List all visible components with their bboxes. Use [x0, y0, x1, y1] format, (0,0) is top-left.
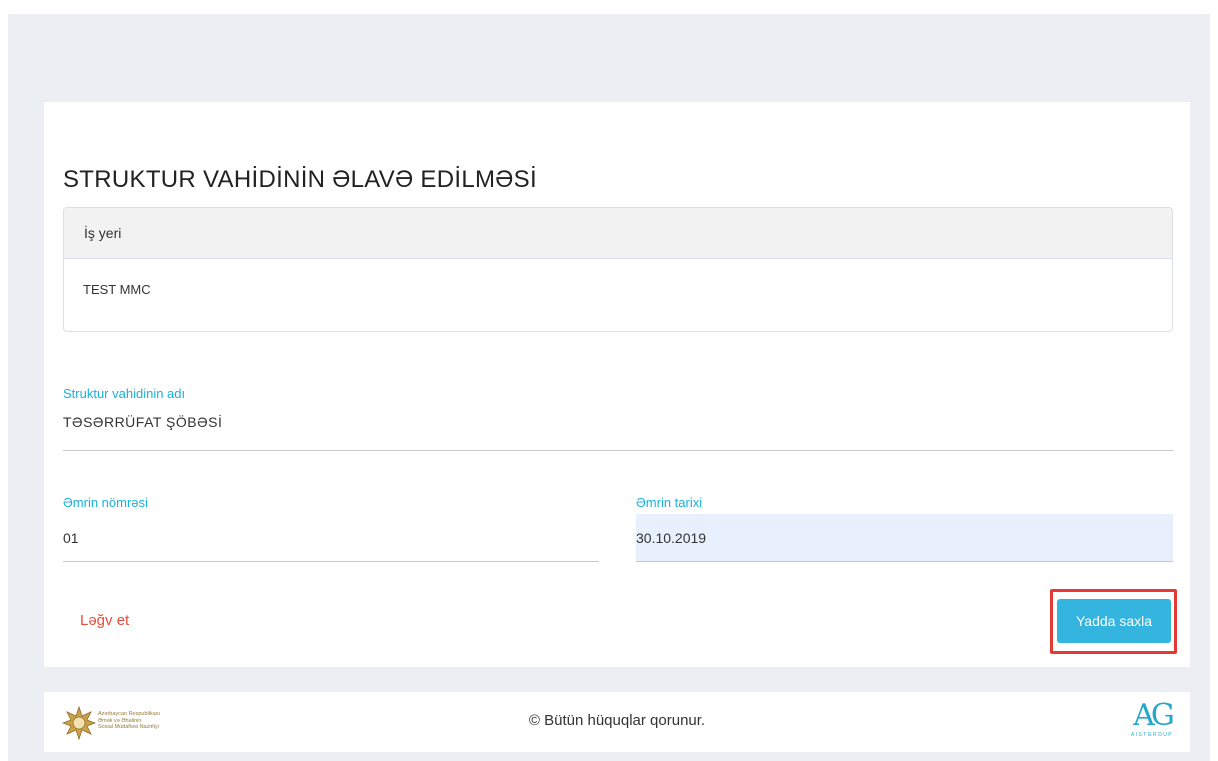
aistgroup-logo: AG AISTGROUP	[1130, 698, 1175, 746]
order-date-label: Əmrin tarixi	[636, 495, 703, 510]
footer: Azərbaycan Respublikası Əmək və Əhalinin…	[44, 692, 1190, 752]
structure-name-input[interactable]: TƏSƏRRÜFAT ŞÖBƏSİ	[63, 405, 1173, 451]
order-date-input[interactable]: 30.10.2019	[636, 514, 1173, 562]
aistgroup-name: AISTGROUP	[1130, 732, 1174, 738]
workplace-value: TEST MMC	[83, 282, 151, 297]
order-number-label: Əmrin nömrəsi	[63, 495, 148, 510]
workplace-header: İş yeri	[64, 208, 1172, 259]
structure-name-field: Struktur vahidinin adı TƏSƏRRÜFAT ŞÖBƏSİ	[63, 386, 1173, 451]
order-number-field: Əmrin nömrəsi 01	[63, 495, 599, 562]
order-date-field: Əmrin tarixi 30.10.2019	[636, 495, 1173, 562]
save-button[interactable]: Yadda saxla	[1057, 599, 1171, 643]
order-number-input[interactable]: 01	[63, 514, 599, 562]
page-title: STRUKTUR VAHİDİNİN ƏLAVƏ EDİLMƏSİ	[63, 166, 537, 193]
copyright-text: © Bütün hüquqlar qorunur.	[528, 712, 706, 729]
cancel-link[interactable]: Ləğv et	[80, 612, 129, 629]
form-card: STRUKTUR VAHİDİNİN ƏLAVƏ EDİLMƏSİ İş yer…	[44, 102, 1190, 667]
workplace-panel: İş yeri TEST MMC	[63, 207, 1173, 332]
structure-name-label: Struktur vahidinin adı	[63, 386, 186, 401]
aistgroup-mark: AG	[1133, 698, 1175, 733]
